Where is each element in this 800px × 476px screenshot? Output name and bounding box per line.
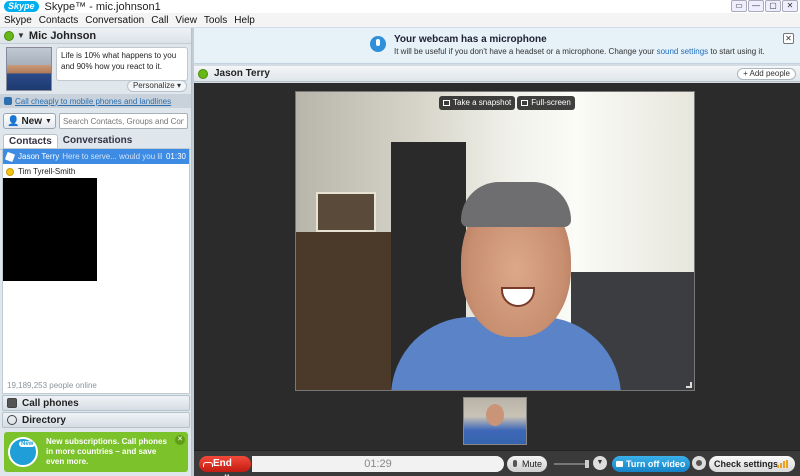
volume-slider[interactable] [554, 460, 589, 468]
new-button[interactable]: 👤 New ▼ [3, 113, 56, 129]
menu-help[interactable]: Help [234, 15, 255, 26]
tab-contacts[interactable]: Contacts [3, 134, 58, 149]
call-phones-label: Call phones [22, 397, 79, 409]
skype-phone-icon: New [8, 437, 38, 467]
directory-button[interactable]: Directory [2, 412, 190, 428]
magnifier-icon [7, 415, 17, 425]
avatar[interactable] [6, 47, 52, 91]
search-input[interactable] [58, 113, 188, 129]
camera-icon [443, 100, 450, 106]
window-controls: ▭ — ▢ ✕ [731, 0, 798, 12]
resize-handle-icon[interactable] [686, 382, 692, 388]
signal-strength-icon [777, 460, 789, 468]
new-label: New [21, 115, 43, 127]
maximize-button[interactable]: ▢ [765, 0, 781, 12]
active-call-icon [4, 151, 16, 162]
menu-contacts[interactable]: Contacts [39, 15, 78, 26]
fullscreen-label: Full-screen [531, 98, 571, 107]
caret-down-icon: ▼ [17, 31, 25, 40]
contact-message: Here to serve... would you like fri... [62, 152, 162, 161]
menu-skype[interactable]: Skype [4, 15, 32, 26]
notice-text-before: It will be useful if you don't have a he… [394, 47, 657, 56]
online-count: 19,189,253 people online [7, 381, 97, 390]
call-duration: 01:29 [252, 456, 504, 472]
call-header: Jason Terry + Add people [194, 66, 800, 82]
contact-name: Tim Tyrell-Smith [18, 167, 76, 176]
profile-header[interactable]: ▼ Mic Johnson [0, 28, 191, 44]
directory-label: Directory [22, 414, 66, 426]
sound-settings-link[interactable]: sound settings [657, 47, 709, 56]
away-status-icon [6, 167, 14, 176]
self-view-video[interactable] [463, 397, 527, 445]
menu-bar: Skype Contacts Conversation Call View To… [0, 13, 800, 27]
window-title: Skype™ - mic.johnson1 [44, 0, 161, 13]
redacted-block [3, 178, 97, 281]
list-item[interactable]: Tim Tyrell-Smith [3, 164, 189, 179]
promo-close-button[interactable]: ✕ [175, 435, 185, 445]
notice-text-after: to start using it. [708, 47, 765, 56]
end-call-button[interactable]: End call [199, 456, 251, 476]
notice-description: It will be useful if you don't have a he… [394, 47, 765, 56]
notice-title: Your webcam has a microphone [394, 34, 547, 45]
skype-logo: Skype [4, 1, 39, 12]
menu-view[interactable]: View [175, 15, 197, 26]
self-view-face [486, 404, 504, 426]
add-contact-icon: 👤 [7, 115, 20, 127]
call-time: 01:30 [165, 152, 186, 161]
take-snapshot-button[interactable]: Take a snapshot [439, 96, 516, 110]
snapshot-label: Take a snapshot [453, 98, 512, 107]
minimize-button[interactable]: — [748, 0, 764, 12]
promo-banner[interactable]: New New subscriptions. Call phones in mo… [4, 432, 188, 472]
fullscreen-icon [521, 100, 529, 106]
close-window-button[interactable]: ✕ [782, 0, 798, 12]
contact-list: Jason Terry Here to serve... would you l… [2, 148, 190, 394]
phone-icon [4, 97, 12, 105]
new-search-row: 👤 New ▼ [0, 110, 191, 132]
call-contact-name: Jason Terry [214, 68, 270, 79]
video-bookshelf [296, 232, 396, 390]
volume-handle[interactable] [585, 460, 589, 468]
menu-conversation[interactable]: Conversation [85, 15, 144, 26]
personalize-button[interactable]: Personalize ▾ [126, 80, 187, 92]
menu-tools[interactable]: Tools [204, 15, 227, 26]
profile-body: Life is 10% what happens to you and 90% … [0, 44, 191, 94]
call-cheap-link[interactable]: Call cheaply to mobile phones and landli… [0, 94, 191, 108]
menu-call[interactable]: Call [151, 15, 168, 26]
mood-message[interactable]: Life is 10% what happens to you and 90% … [56, 47, 188, 81]
check-settings-label: Check settings [714, 459, 779, 469]
video-picture-frame [316, 192, 376, 232]
tab-conversations[interactable]: Conversations [58, 134, 137, 149]
microphone-icon [370, 36, 386, 52]
title-bar: Skype Skype™ - mic.johnson1 ▭ — ▢ ✕ [0, 0, 800, 13]
video-person-hair [461, 182, 571, 227]
chevron-down-icon: ▼ [45, 117, 52, 125]
turn-off-video-button[interactable]: Turn off video [612, 456, 690, 472]
full-screen-button[interactable]: Full-screen [517, 96, 575, 110]
video-stage: Take a snapshot Full-screen [194, 83, 800, 450]
list-item[interactable]: Jason Terry Here to serve... would you l… [3, 149, 189, 164]
call-phones-button[interactable]: Call phones [2, 395, 190, 411]
compact-view-button[interactable]: ▭ [731, 0, 747, 12]
online-status-icon[interactable] [4, 30, 14, 41]
check-settings-button[interactable]: Check settings [709, 456, 795, 472]
add-people-button[interactable]: + Add people [737, 68, 796, 80]
video-toolbar: Take a snapshot Full-screen [439, 96, 575, 110]
mute-button[interactable]: Mute [507, 456, 547, 472]
promo-text: New subscriptions. Call phones in more c… [46, 437, 167, 466]
telephone-icon [7, 398, 17, 408]
volume-dropdown-icon[interactable]: ▼ [593, 456, 607, 470]
webcam-notice: Your webcam has a microphone It will be … [194, 28, 800, 64]
call-cheap-label: Call cheaply to mobile phones and landli… [15, 96, 172, 106]
notice-close-button[interactable]: ✕ [783, 33, 794, 44]
profile-name: Mic Johnson [28, 29, 97, 42]
call-settings-icon[interactable] [692, 456, 706, 470]
new-badge: New [19, 441, 36, 447]
remote-video[interactable]: Take a snapshot Full-screen [295, 91, 695, 391]
online-status-icon [198, 68, 208, 79]
call-control-bar: End call 01:29 Mute ▼ Turn off video Che… [194, 450, 800, 476]
contact-name: Jason Terry [18, 152, 60, 161]
